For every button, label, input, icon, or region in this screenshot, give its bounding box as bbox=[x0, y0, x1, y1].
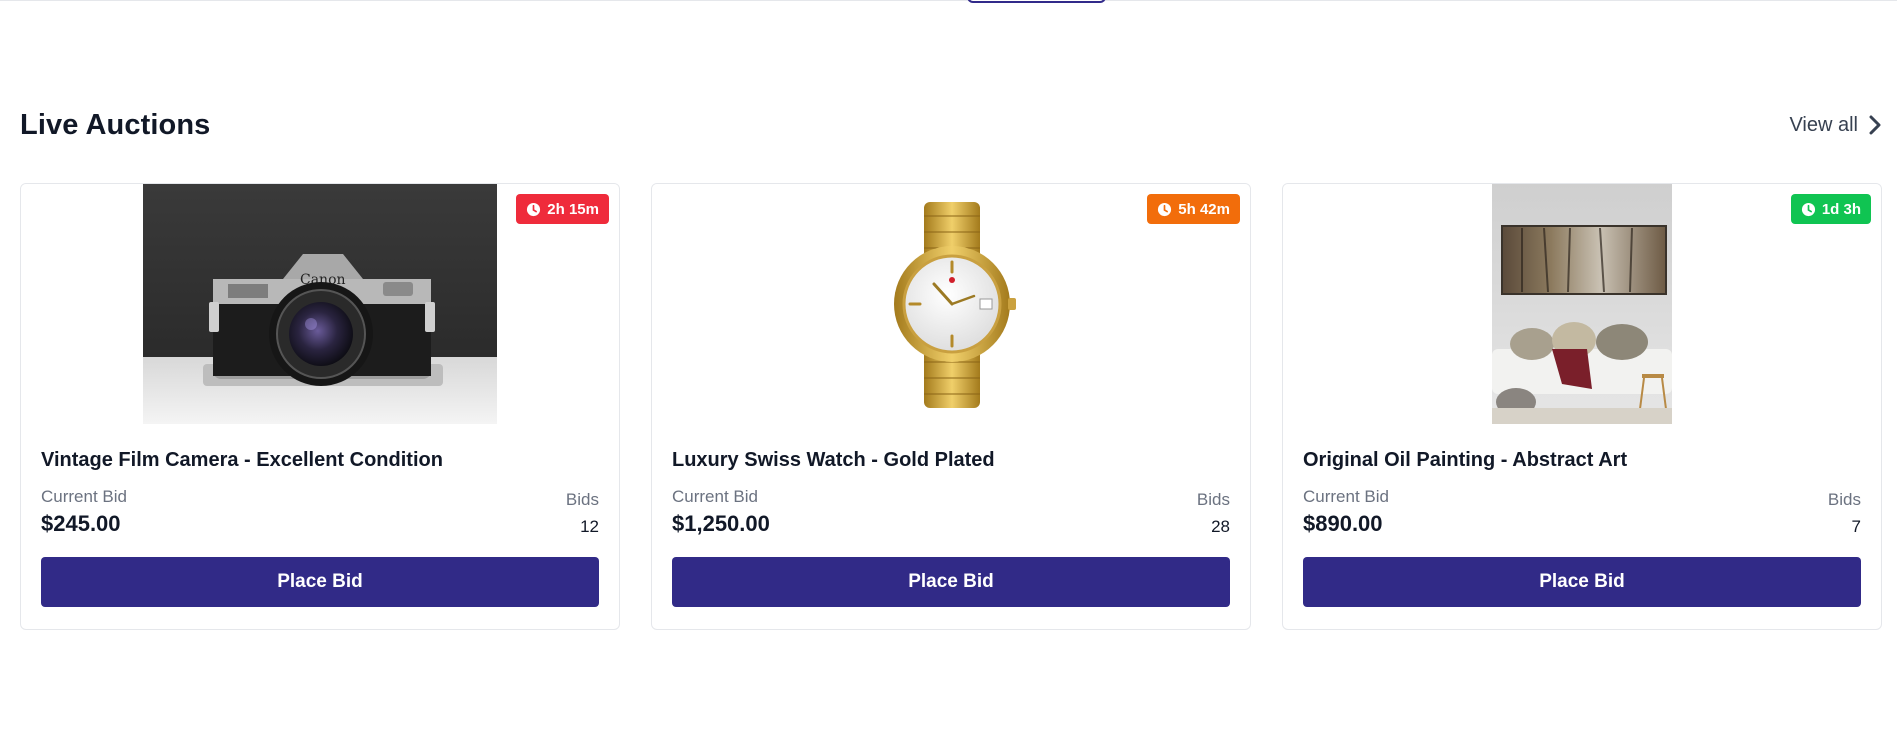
bids-count: 7 bbox=[1851, 517, 1861, 536]
bid-info: Current Bid $890.00 Bids 7 bbox=[1303, 487, 1861, 537]
current-bid-value: $245.00 bbox=[41, 511, 121, 536]
current-bid-value: $890.00 bbox=[1303, 511, 1383, 536]
live-auctions-header: Live Auctions View all bbox=[20, 103, 1882, 147]
watch-image bbox=[894, 202, 1016, 408]
time-left-badge: 2h 15m bbox=[516, 194, 609, 224]
auction-title[interactable]: Luxury Swiss Watch - Gold Plated bbox=[672, 449, 1230, 475]
time-left-text: 2h 15m bbox=[547, 200, 599, 218]
time-left-text: 1d 3h bbox=[1821, 200, 1861, 218]
bid-info: Current Bid $1,250.00 Bids 28 bbox=[672, 487, 1230, 537]
bids-count: 12 bbox=[580, 517, 599, 536]
place-bid-button[interactable]: Place Bid bbox=[41, 557, 599, 607]
section-title: Live Auctions bbox=[20, 108, 211, 141]
current-bid-label: Current Bid bbox=[1303, 487, 1389, 506]
view-all-link[interactable]: View all bbox=[1789, 114, 1882, 137]
time-left-text: 5h 42m bbox=[1178, 200, 1230, 218]
auction-card: 1d 3h Original Oil Painting - Abstract A… bbox=[1282, 183, 1882, 630]
auction-title[interactable]: Original Oil Painting - Abstract Art bbox=[1303, 449, 1861, 475]
top-divider bbox=[0, 0, 1897, 1]
time-left-badge: 1d 3h bbox=[1790, 194, 1871, 224]
auction-image[interactable]: 5h 42m bbox=[652, 184, 1250, 424]
bids-label: Bids bbox=[1827, 490, 1861, 509]
auction-image[interactable]: 1d 3h bbox=[1283, 184, 1881, 424]
place-bid-button[interactable]: Place Bid bbox=[672, 557, 1230, 607]
place-bid-button[interactable]: Place Bid bbox=[1303, 557, 1861, 607]
auction-image[interactable]: Canon 2h 15m bbox=[21, 184, 619, 424]
clock-icon bbox=[527, 202, 541, 216]
current-bid-value: $1,250.00 bbox=[672, 511, 770, 536]
current-bid-label: Current Bid bbox=[672, 487, 758, 506]
clock-icon bbox=[1801, 202, 1815, 216]
bids-label: Bids bbox=[1196, 490, 1230, 509]
painting-image bbox=[1492, 184, 1672, 424]
clock-icon bbox=[1158, 202, 1172, 216]
auction-card: 5h 42m Luxury Swiss Watch - Gold Plated … bbox=[651, 183, 1251, 630]
auction-title[interactable]: Vintage Film Camera - Excellent Conditio… bbox=[41, 449, 599, 475]
chevron-right-icon bbox=[1869, 115, 1881, 135]
time-left-badge: 5h 42m bbox=[1147, 194, 1240, 224]
active-tab-indicator bbox=[967, 0, 1106, 3]
bids-count: 28 bbox=[1211, 517, 1230, 536]
auction-card: Canon 2h 15m Vintage Film Camera - Excel… bbox=[20, 183, 620, 630]
current-bid-label: Current Bid bbox=[41, 487, 127, 506]
camera-image: Canon bbox=[143, 184, 497, 424]
auction-card-list: Canon 2h 15m Vintage Film Camera - Excel… bbox=[20, 183, 1882, 630]
page: Live Auctions View all Canon 2h 15m Vint… bbox=[0, 0, 1897, 748]
bid-info: Current Bid $245.00 Bids 12 bbox=[41, 487, 599, 537]
view-all-label: View all bbox=[1789, 113, 1858, 136]
bids-label: Bids bbox=[565, 490, 599, 509]
